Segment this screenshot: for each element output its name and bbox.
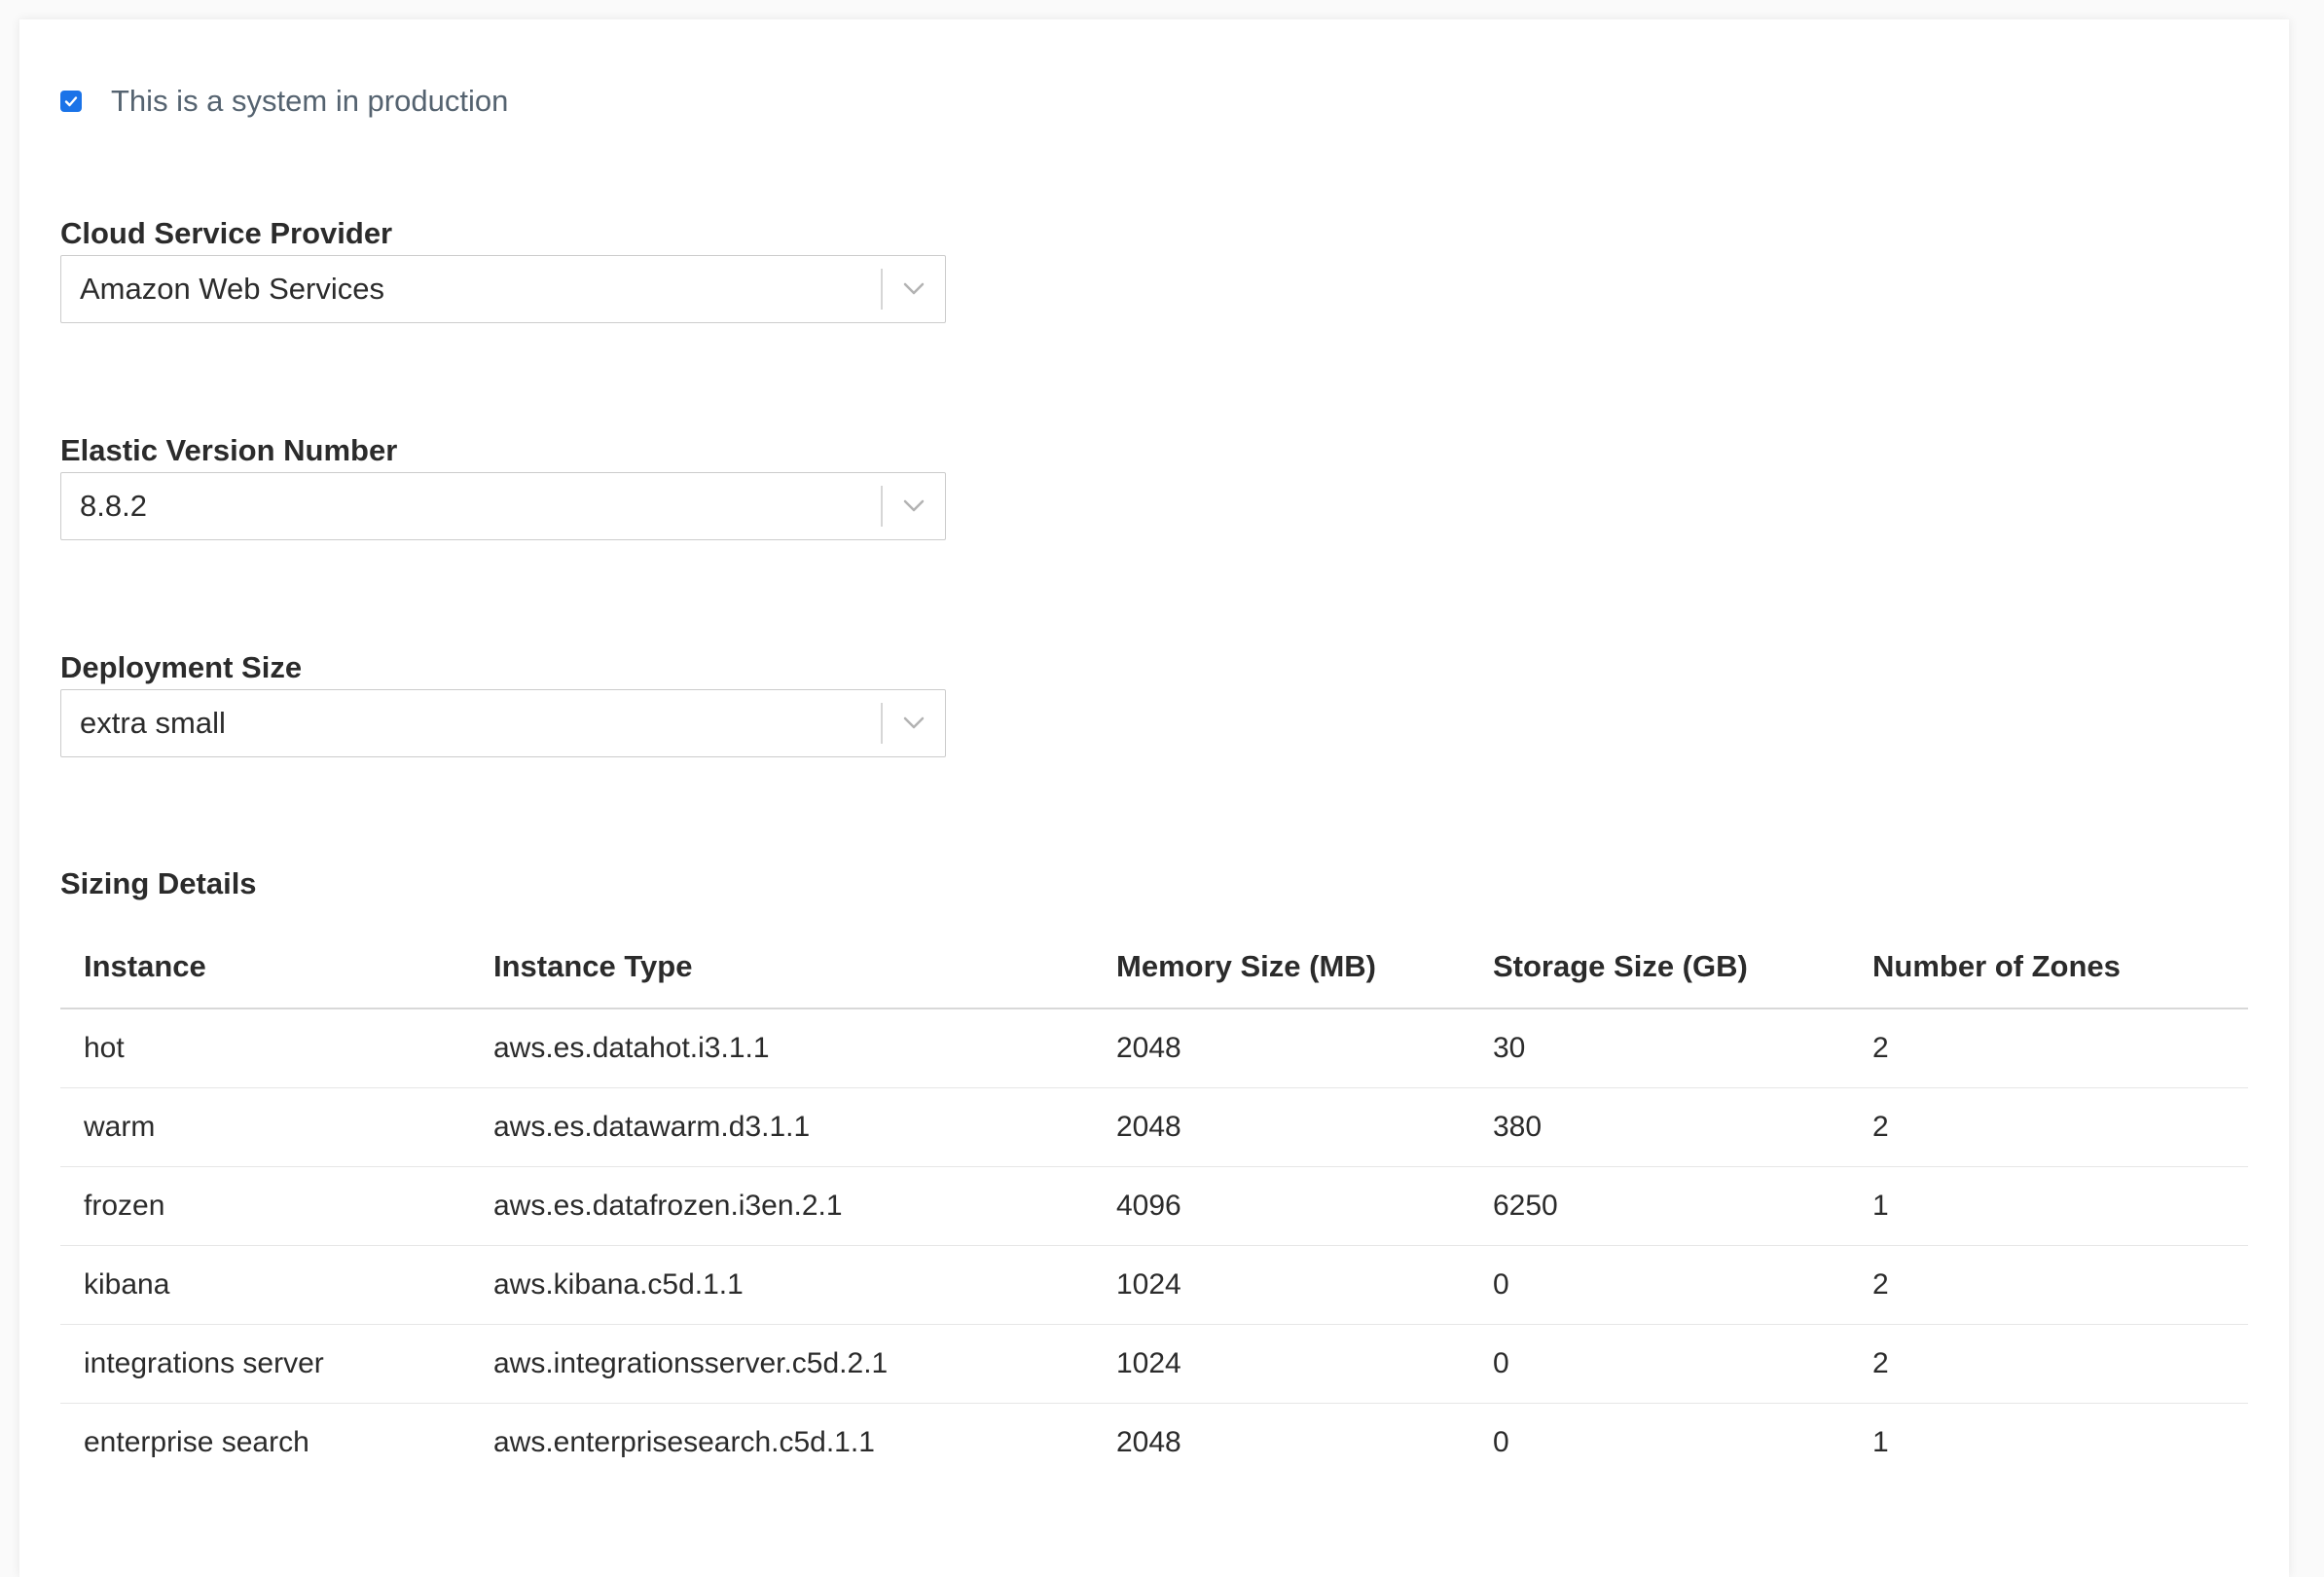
cell-memory-size: 2048 (1116, 1426, 1181, 1458)
deployment-size-select[interactable]: extra small (60, 689, 946, 757)
cell-storage-size: 30 (1470, 1009, 1849, 1088)
sizing-table: Instance Instance Type Memory Size (MB) … (60, 925, 2248, 1482)
production-toggle-row: This is a system in production (60, 84, 508, 119)
table-row: kibana aws.kibana.c5d.1.1 1024 0 2 (60, 1245, 2248, 1325)
cell-instance-type: aws.es.datafrozen.i3en.2.1 (470, 1166, 1093, 1246)
cell-memory-size: 4096 (1093, 1166, 1470, 1246)
production-checkbox[interactable] (60, 91, 82, 112)
cell-instance: hot (60, 1009, 470, 1088)
cell-number-of-zones: 1 (1849, 1166, 2248, 1246)
table-row: integrations server aws.integrationsserv… (60, 1324, 2248, 1404)
cell-storage-size: 380 (1470, 1087, 1849, 1167)
table-row: enterprise search aws.enterprisesearch.c… (60, 1404, 2248, 1483)
provider-label: Cloud Service Provider (60, 216, 393, 250)
cell-storage-size: 0 (1470, 1245, 1849, 1325)
cell-number-of-zones: 2 (1849, 1324, 2248, 1404)
table-row: hot aws.es.datahot.i3.1.1 2048 30 2 (60, 1009, 2248, 1088)
deployment-size-select-value: extra small (80, 706, 226, 740)
column-header-memory-size: Memory Size (MB) (1093, 925, 1470, 1009)
cell-instance-type: aws.kibana.c5d.1.1 (470, 1245, 1093, 1325)
column-header-number-of-zones: Number of Zones (1849, 925, 2248, 1009)
version-select-value: 8.8.2 (80, 489, 147, 523)
provider-select-value: Amazon Web Services (80, 272, 384, 306)
chevron-down-icon[interactable] (883, 282, 945, 296)
column-header-storage-size: Storage Size (GB) (1470, 925, 1849, 1009)
table-row: frozen aws.es.datafrozen.i3en.2.1 4096 6… (60, 1166, 2248, 1246)
chevron-down-icon[interactable] (883, 716, 945, 730)
cell-number-of-zones: 2 (1849, 1245, 2248, 1325)
table-row: warm aws.es.datawarm.d3.1.1 2048 380 2 (60, 1087, 2248, 1167)
production-checkbox-label[interactable]: This is a system in production (111, 84, 508, 119)
deployment-size-label: Deployment Size (60, 650, 303, 684)
table-header-row: Instance Instance Type Memory Size (MB) … (60, 925, 2248, 1009)
cell-instance-type: aws.es.datahot.i3.1.1 (470, 1009, 1093, 1088)
cell-storage-size: 0 (1470, 1324, 1849, 1404)
cell-instance: enterprise search (84, 1426, 309, 1458)
cell-number-of-zones: 1 (1872, 1426, 1889, 1458)
cell-instance-type: aws.es.datawarm.d3.1.1 (470, 1087, 1093, 1167)
cell-storage-size: 6250 (1470, 1166, 1849, 1246)
cell-instance: warm (60, 1087, 470, 1167)
cell-number-of-zones: 2 (1849, 1009, 2248, 1088)
cell-memory-size: 2048 (1093, 1087, 1470, 1167)
checkmark-icon (64, 96, 78, 107)
cell-instance-type: aws.enterprisesearch.c5d.1.1 (493, 1426, 875, 1458)
cell-storage-size: 0 (1493, 1426, 1509, 1458)
cell-number-of-zones: 2 (1849, 1087, 2248, 1167)
cell-instance: frozen (60, 1166, 470, 1246)
column-header-instance-type: Instance Type (470, 925, 1093, 1009)
provider-select[interactable]: Amazon Web Services (60, 255, 946, 323)
column-header-instance: Instance (60, 925, 470, 1009)
cell-memory-size: 2048 (1093, 1009, 1470, 1088)
cell-instance: kibana (60, 1245, 470, 1325)
sizing-card: This is a system in production Cloud Ser… (19, 19, 2289, 1577)
version-select[interactable]: 8.8.2 (60, 472, 946, 540)
sizing-details-title: Sizing Details (60, 866, 257, 900)
cell-memory-size: 1024 (1093, 1324, 1470, 1404)
cell-instance-type: aws.integrationsserver.c5d.2.1 (470, 1324, 1093, 1404)
cell-memory-size: 1024 (1093, 1245, 1470, 1325)
version-label: Elastic Version Number (60, 433, 398, 467)
chevron-down-icon[interactable] (883, 499, 945, 513)
cell-instance: integrations server (60, 1324, 470, 1404)
